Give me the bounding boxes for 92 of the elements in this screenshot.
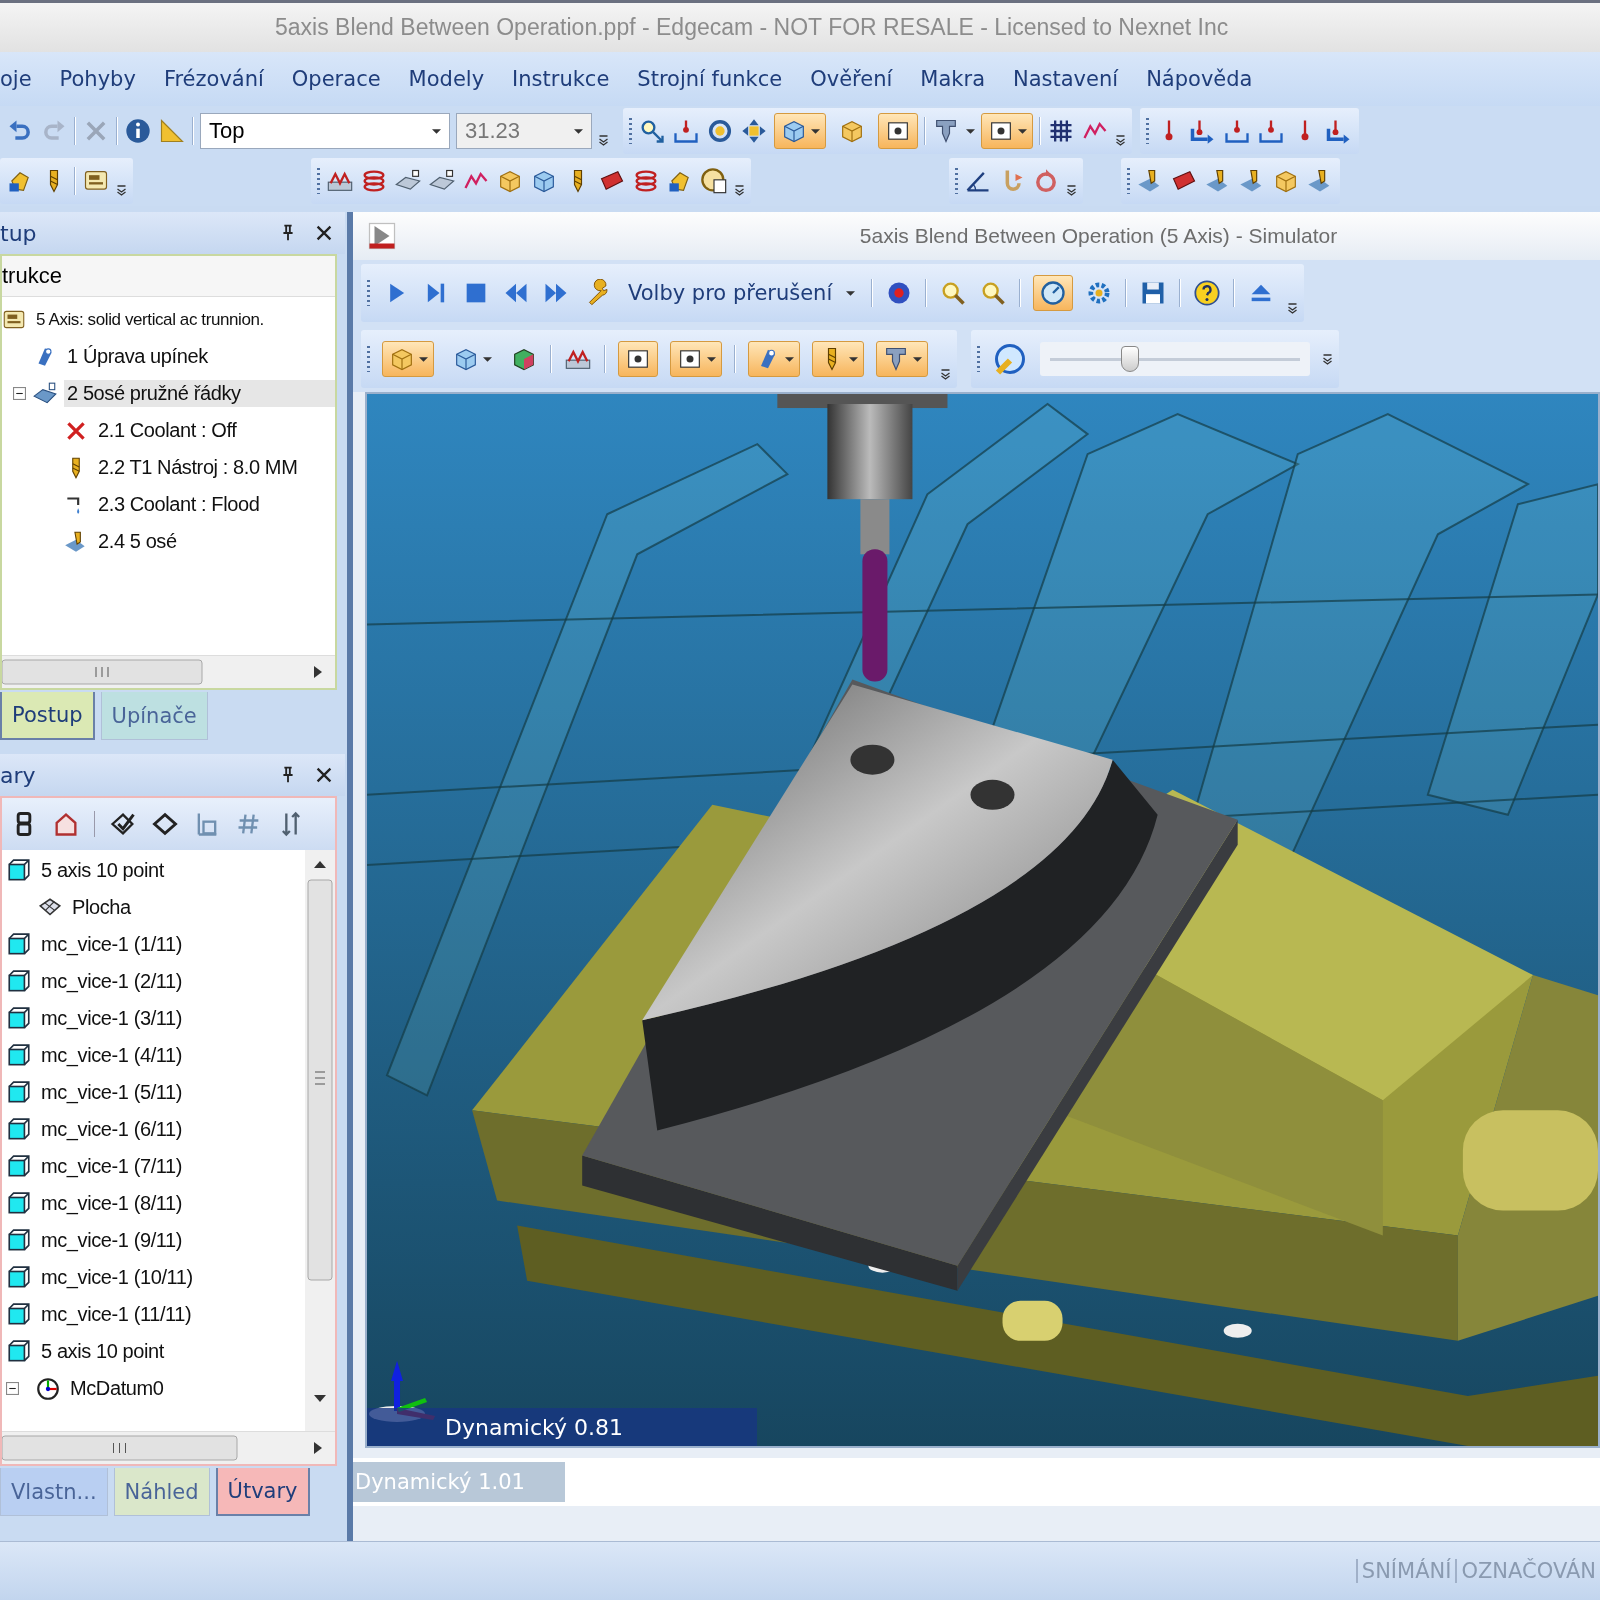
clock-icon[interactable] xyxy=(700,167,728,195)
chevron-icon[interactable] xyxy=(116,183,127,197)
expander-icon[interactable] xyxy=(13,387,26,400)
tree-item[interactable]: 2.3 Coolant : Flood xyxy=(95,491,263,518)
tree-item[interactable]: McDatum0 xyxy=(67,1375,167,1402)
chevron-icon[interactable] xyxy=(1066,183,1077,197)
gauge-icon xyxy=(1039,279,1068,307)
tree-item[interactable]: Plocha xyxy=(69,894,134,921)
info-icon[interactable] xyxy=(124,117,152,145)
tree-item[interactable]: mc_vice-1 (10/11) xyxy=(38,1264,196,1291)
machine-toggle[interactable] xyxy=(670,341,722,377)
caret-icon[interactable] xyxy=(846,288,856,298)
menu-item[interactable]: Nápověda xyxy=(1146,67,1253,91)
gauge-toggle[interactable] xyxy=(1033,275,1074,311)
chevron-icon[interactable] xyxy=(734,183,745,197)
tree-item[interactable]: 5 axis 10 point xyxy=(38,857,167,884)
chevron-icon[interactable] xyxy=(940,367,951,381)
menu-item[interactable]: Modely xyxy=(408,67,485,91)
caret-icon[interactable] xyxy=(966,126,975,136)
menu-item[interactable]: oje xyxy=(0,67,32,91)
machine-toggle[interactable] xyxy=(878,113,918,149)
caret-icon[interactable] xyxy=(432,126,441,136)
panel-tab[interactable]: Vlastn... xyxy=(0,1468,108,1516)
speed-slider[interactable] xyxy=(1040,342,1310,376)
cube-toggle[interactable] xyxy=(774,113,826,149)
scale-dropdown[interactable]: 31.23 xyxy=(456,113,592,149)
cube-toggle[interactable] xyxy=(382,341,434,377)
tree-item[interactable]: mc_vice-1 (8/11) xyxy=(38,1190,186,1217)
tree-item[interactable]: 2.4 5 osé xyxy=(95,528,180,555)
chevron-icon[interactable] xyxy=(1115,133,1126,147)
move-icon[interactable] xyxy=(740,117,768,145)
machine-toggle[interactable] xyxy=(618,341,658,377)
caret-icon[interactable] xyxy=(419,354,428,364)
tree-item[interactable]: mc_vice-1 (1/11) xyxy=(38,931,186,958)
panel-title: tup xyxy=(0,220,38,246)
caret-icon[interactable] xyxy=(707,354,716,364)
expander-icon[interactable] xyxy=(6,1382,19,1395)
caret-icon[interactable] xyxy=(785,354,794,364)
tree-item[interactable]: 5 Axis: solid vertical ac trunnion. xyxy=(33,307,267,332)
window-title: 5axis Blend Between Operation.ppf - Edgecam - NOT FOR RESALE - Licensed to Nexnet Inc xyxy=(275,14,1229,41)
simulator-title: 5axis Blend Between Operation (5 Axis) - Simulator xyxy=(858,224,1339,248)
menu-item[interactable]: Strojní funkce xyxy=(637,67,783,91)
tree-item[interactable]: mc_vice-1 (3/11) xyxy=(38,1005,186,1032)
tree-item[interactable]: 2.1 Coolant : Off xyxy=(95,417,240,444)
caret-icon[interactable] xyxy=(849,354,858,364)
caret-icon[interactable] xyxy=(574,126,583,136)
chevron-icon[interactable] xyxy=(598,133,609,147)
machine-toggle[interactable] xyxy=(981,113,1033,149)
help-icon[interactable] xyxy=(1193,279,1222,307)
drill-toggle[interactable] xyxy=(812,341,864,377)
simulator-icon xyxy=(367,221,397,251)
view-mode-label: Dynamický 0.81 xyxy=(445,1414,623,1440)
status-cell: SNÍMÁNÍ xyxy=(1355,1559,1456,1583)
diamond-icon[interactable] xyxy=(151,810,179,838)
ruler-icon[interactable] xyxy=(158,117,186,145)
panel-tab[interactable]: Postup xyxy=(0,692,95,740)
tree-item[interactable]: mc_vice-1 (11/11) xyxy=(38,1301,195,1328)
menu-item[interactable]: Makra xyxy=(920,67,985,91)
tree-item[interactable]: mc_vice-1 (5/11) xyxy=(38,1079,186,1106)
tree-item[interactable]: mc_vice-1 (7/11) xyxy=(38,1153,186,1180)
menu-item[interactable]: Pohyby xyxy=(59,67,136,91)
axes-icon xyxy=(35,1375,61,1402)
panel-tab[interactable]: Útvary xyxy=(215,1468,310,1516)
caret-icon[interactable] xyxy=(913,354,922,364)
tree-item[interactable]: 2 5osé pružné řádky xyxy=(64,380,335,407)
spindle-toggle[interactable] xyxy=(876,341,928,377)
caret-icon[interactable] xyxy=(811,126,820,136)
tree-item[interactable]: mc_vice-1 (2/11) xyxy=(38,968,186,995)
rotate-icon[interactable] xyxy=(706,117,734,145)
tree-item[interactable]: 2.2 T1 Nástroj : 8.0 MM xyxy=(95,454,301,481)
status-text: Dynamický 1.01 xyxy=(353,1462,565,1502)
menu-item[interactable]: Ověření xyxy=(810,67,893,91)
tree-item[interactable]: 5 axis 10 point xyxy=(38,1338,167,1365)
column-header: trukce xyxy=(2,256,335,297)
menu-item[interactable]: Nastavení xyxy=(1013,67,1119,91)
chevron-icon[interactable] xyxy=(1322,352,1333,366)
menu-item[interactable]: Frézování xyxy=(163,67,264,91)
status-cell: OZNAČOVÁN xyxy=(1455,1559,1600,1583)
panel-tab[interactable]: Náhled xyxy=(113,1468,210,1516)
tree-item[interactable]: mc_vice-1 (6/11) xyxy=(38,1116,186,1143)
tree-item[interactable]: mc_vice-1 (4/11) xyxy=(38,1042,186,1069)
tree-item[interactable]: mc_vice-1 (9/11) xyxy=(38,1227,186,1254)
panel-tab[interactable]: Upínače xyxy=(100,692,208,740)
chevron-icon[interactable] xyxy=(1287,301,1299,315)
interrupt-options-dropdown[interactable]: Volby pro přerušení xyxy=(582,275,860,311)
tree-item[interactable]: 1 Úprava upínek xyxy=(64,343,211,370)
menu-item[interactable]: Operace xyxy=(291,67,381,91)
caret-icon[interactable] xyxy=(1018,126,1027,136)
panel-title: ary xyxy=(0,762,37,788)
menu-item[interactable]: Instrukce xyxy=(512,67,610,91)
view-dropdown[interactable]: Top xyxy=(200,113,450,149)
caret-icon[interactable] xyxy=(483,354,492,364)
